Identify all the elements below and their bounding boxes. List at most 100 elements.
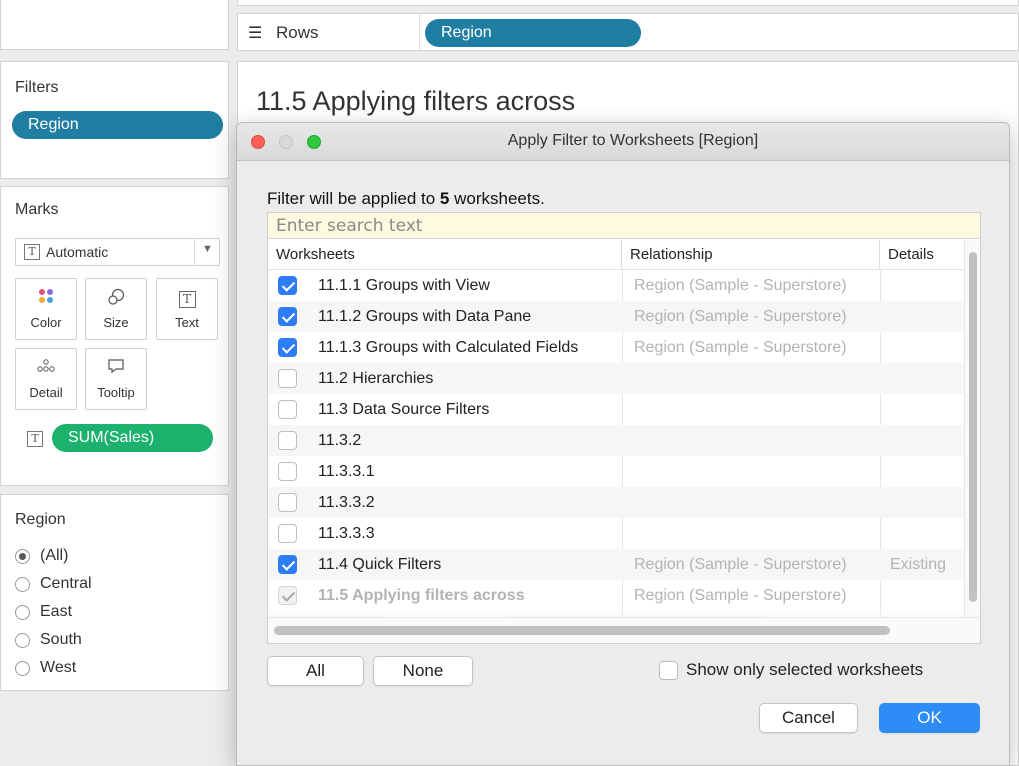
color-mark-button[interactable]: Color: [15, 278, 77, 340]
worksheet-name: 11.2 Hierarchies: [318, 370, 434, 387]
summary-count: 5: [439, 189, 450, 208]
show-only-selected-label: Show only selected worksheets: [686, 660, 924, 679]
worksheet-checkbox[interactable]: [278, 400, 297, 419]
worksheet-checkbox[interactable]: [278, 276, 297, 295]
select-divider: [194, 239, 195, 265]
worksheet-checkbox[interactable]: [278, 307, 297, 326]
shelf-divider: [419, 14, 420, 52]
worksheet-checkbox[interactable]: [278, 431, 297, 450]
mark-type-value: Automatic: [46, 244, 109, 260]
worksheet-checkbox[interactable]: [278, 338, 297, 357]
radio-button[interactable]: [15, 632, 30, 648]
radio-all[interactable]: (All): [15, 543, 68, 569]
tooltip-mark-label: Tooltip: [97, 385, 135, 400]
radio-button[interactable]: [15, 660, 30, 676]
radio-button-selected[interactable]: [15, 548, 30, 564]
region-filter-title: Region: [15, 511, 66, 528]
summary-prefix: Filter will be applied to: [267, 189, 440, 208]
text-icon: T: [157, 288, 217, 310]
radio-label: Central: [40, 575, 92, 592]
mark-type-select[interactable]: T Automatic ▼: [15, 238, 220, 266]
worksheet-name: 11.1.1 Groups with View: [318, 277, 490, 294]
table-row[interactable]: 11.2 Hierarchies: [268, 363, 964, 394]
worksheet-checkbox[interactable]: [278, 555, 297, 574]
worksheet-checkbox[interactable]: [278, 524, 297, 543]
marks-title: Marks: [15, 201, 59, 218]
rows-shelf[interactable]: ☰ Rows Region: [237, 13, 1019, 52]
radio-label: West: [40, 659, 77, 676]
select-all-button[interactable]: All: [267, 656, 364, 686]
table-row[interactable]: 11.1.2 Groups with Data Pane Region (Samp…: [268, 301, 964, 332]
relationship-cell: Region (Sample - Superstore): [634, 339, 847, 356]
vertical-scrollbar-thumb[interactable]: [969, 252, 977, 602]
column-header-details[interactable]: Details: [880, 240, 964, 270]
table-row[interactable]: 11.3.3.2: [268, 487, 964, 518]
worksheet-name: 11.1.2 Groups with Data Pane: [318, 308, 532, 325]
worksheet-checkbox[interactable]: [278, 493, 297, 512]
worksheet-name: 11.3 Data Source Filters: [318, 401, 490, 418]
radio-button[interactable]: [15, 576, 30, 592]
vertical-scrollbar-track: [964, 240, 980, 617]
worksheet-checkbox[interactable]: [278, 462, 297, 481]
filter-region-pill[interactable]: Region: [12, 111, 223, 139]
tooltip-icon: [86, 358, 146, 380]
size-icon: [86, 288, 146, 310]
top-left-blank: [0, 0, 229, 50]
rows-region-pill[interactable]: Region: [425, 19, 641, 47]
table-row[interactable]: 11.3.2: [268, 425, 964, 456]
region-quick-filter: Region (All) Central East South West: [0, 494, 229, 691]
table-row[interactable]: 11.3.3.3: [268, 518, 964, 549]
size-mark-button[interactable]: Size: [85, 278, 147, 340]
worksheet-name: 11.1.3 Groups with Calculated Fields: [318, 339, 579, 356]
horizontal-scrollbar-thumb[interactable]: [274, 626, 890, 635]
radio-label: (All): [40, 547, 69, 564]
rows-shelf-icon: ☰: [248, 25, 263, 42]
rows-shelf-label: Rows: [276, 23, 319, 42]
relationship-cell: Region (Sample - Superstore): [634, 308, 847, 325]
table-row[interactable]: 11.3.3.1: [268, 456, 964, 487]
worksheet-name: 11.5 Applying filters across: [318, 587, 525, 604]
sum-sales-pill[interactable]: SUM(Sales): [52, 424, 213, 452]
radio-label: South: [40, 631, 82, 648]
tooltip-mark-button[interactable]: Tooltip: [85, 348, 147, 410]
columns-shelf: [237, 0, 1019, 6]
relationship-cell: Region (Sample - Superstore): [634, 556, 847, 573]
table-row[interactable]: 11.1.1 Groups with View Region (Sample - …: [268, 270, 964, 301]
detail-mark-button[interactable]: Detail: [15, 348, 77, 410]
cancel-button[interactable]: Cancel: [759, 703, 858, 733]
text-mark-icon: T: [24, 244, 40, 260]
column-header-worksheets[interactable]: Worksheets: [268, 240, 622, 270]
worksheet-checkbox: [278, 586, 297, 605]
show-only-selected-toggle[interactable]: Show only selected worksheets: [659, 660, 923, 680]
ok-button[interactable]: OK: [879, 703, 980, 733]
summary-suffix: worksheets.: [449, 189, 545, 208]
worksheets-table: Enter search text Worksheets Relationshi…: [267, 212, 981, 644]
radio-west[interactable]: West: [15, 655, 76, 681]
table-row[interactable]: 11.1.3 Groups with Calculated Fields Regi…: [268, 332, 964, 363]
marks-card: Marks T Automatic ▼ Color Size T Text De…: [0, 186, 229, 486]
worksheet-name: 11.3.2: [318, 432, 362, 449]
radio-south[interactable]: South: [15, 627, 82, 653]
color-mark-label: Color: [30, 315, 62, 330]
detail-dots-icon: [16, 358, 76, 380]
worksheet-checkbox[interactable]: [278, 369, 297, 388]
text-mark-button[interactable]: T Text: [156, 278, 218, 340]
table-row[interactable]: 11.5 Applying filters across Region (Samp…: [268, 580, 964, 611]
radio-label: East: [40, 603, 73, 620]
radio-central[interactable]: Central: [15, 571, 92, 597]
field-text-icon: T: [27, 431, 43, 447]
filters-card: Filters Region: [0, 61, 229, 179]
show-only-selected-checkbox[interactable]: [659, 660, 678, 680]
dialog-title: Apply Filter to Worksheets [Region]: [507, 132, 759, 149]
radio-button[interactable]: [15, 604, 30, 620]
column-header-relationship[interactable]: Relationship: [622, 240, 880, 270]
search-input[interactable]: Enter search text: [268, 213, 980, 239]
worksheet-name: 11.4 Quick Filters: [318, 556, 442, 573]
horizontal-scrollbar-track: [268, 617, 980, 643]
table-row[interactable]: 11.3 Data Source Filters: [268, 394, 964, 425]
size-mark-label: Size: [103, 315, 129, 330]
select-none-button[interactable]: None: [373, 656, 473, 686]
radio-east[interactable]: East: [15, 599, 72, 625]
table-row[interactable]: 11.4 Quick Filters Region (Sample - Super…: [268, 549, 964, 580]
worksheet-name: 11.3.3.2: [318, 494, 375, 511]
